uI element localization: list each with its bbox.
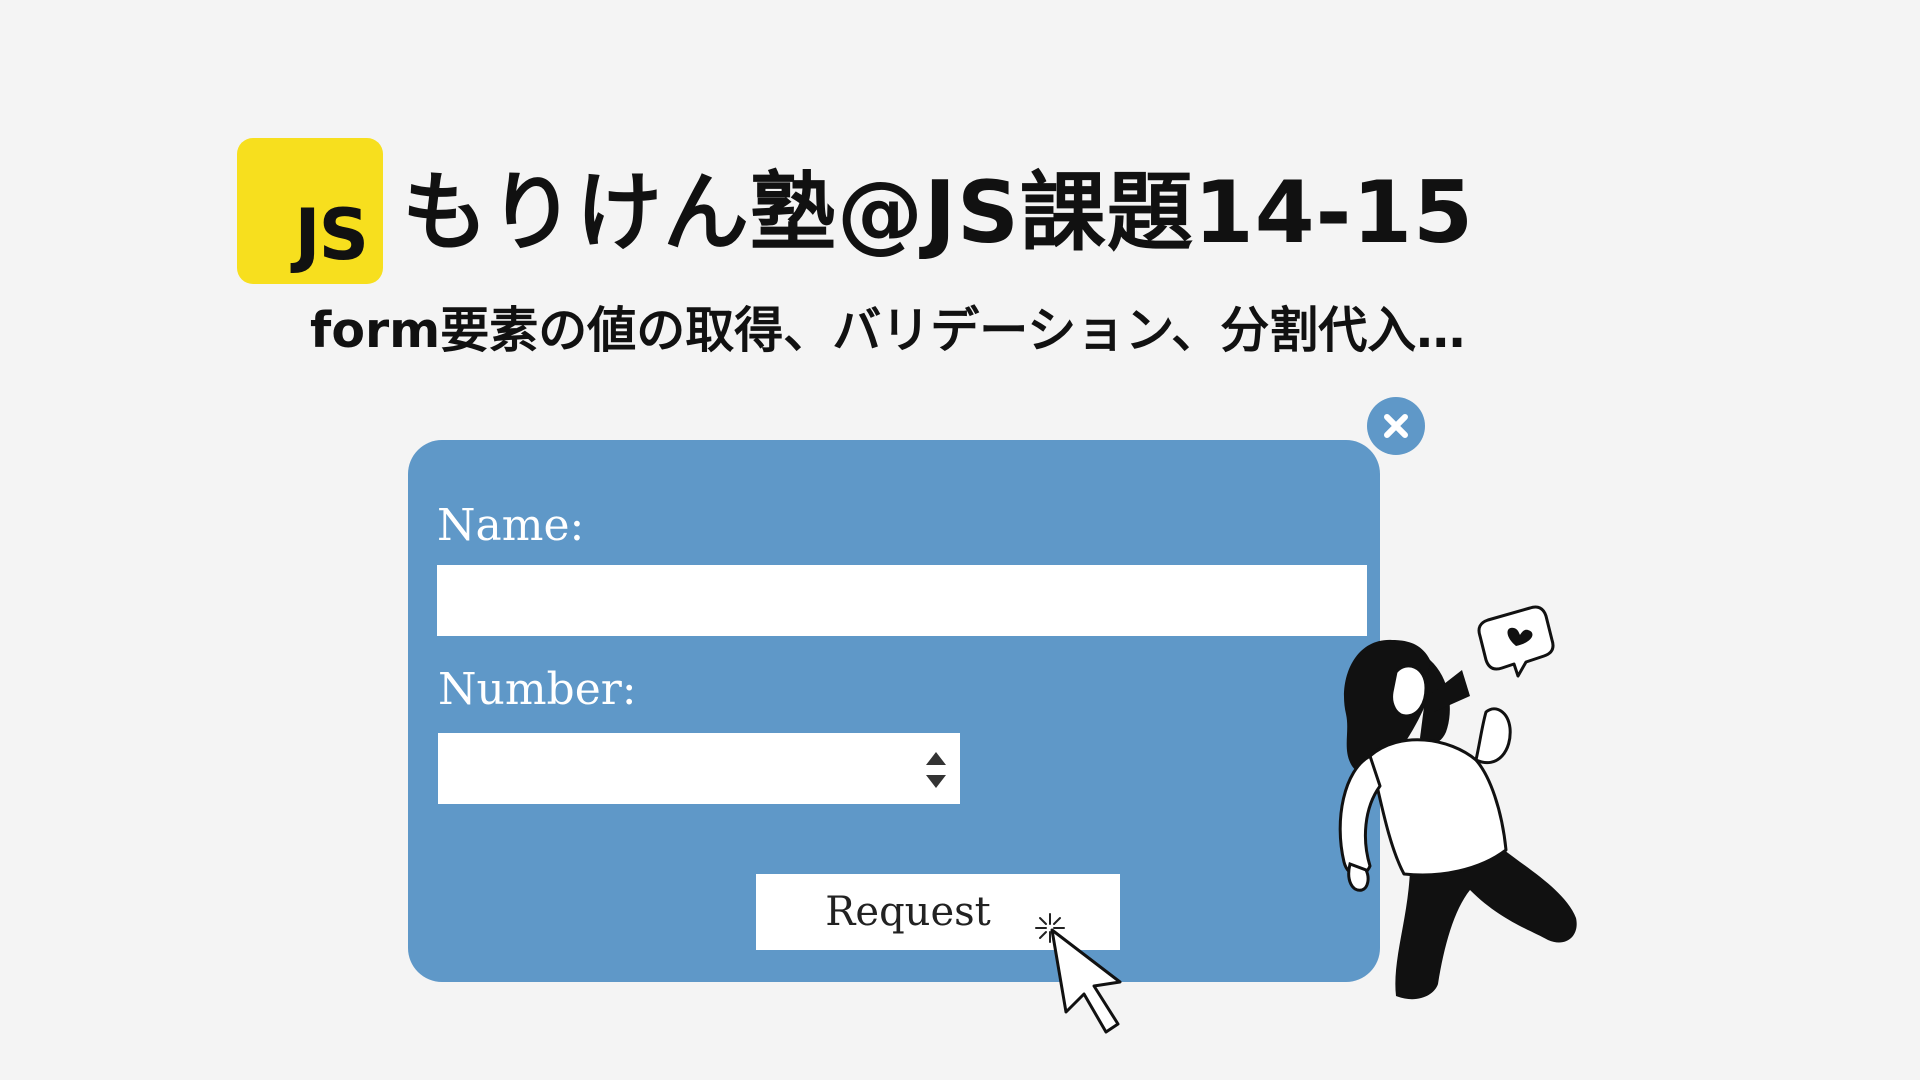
number-label: Number: [438, 664, 637, 715]
js-logo: JS [237, 138, 383, 284]
name-label: Name: [437, 500, 585, 551]
request-form-card: Name: Number: Request [408, 440, 1380, 982]
spinner-arrows-icon[interactable] [924, 750, 948, 790]
page-subtitle: form要素の値の取得、バリデーション、分割代入… [310, 302, 1466, 359]
name-input[interactable] [437, 565, 1367, 636]
close-button[interactable] [1367, 397, 1425, 455]
page-title: もりけん塾@JS課題14-15 [402, 163, 1474, 263]
woman-with-megaphone-illustration [1338, 605, 1577, 1000]
js-logo-text: JS [294, 194, 369, 276]
number-input[interactable] [438, 733, 960, 804]
close-icon [1384, 414, 1408, 438]
mouse-pointer-icon [1035, 913, 1122, 1034]
heart-speech-bubble-icon [1477, 605, 1555, 678]
